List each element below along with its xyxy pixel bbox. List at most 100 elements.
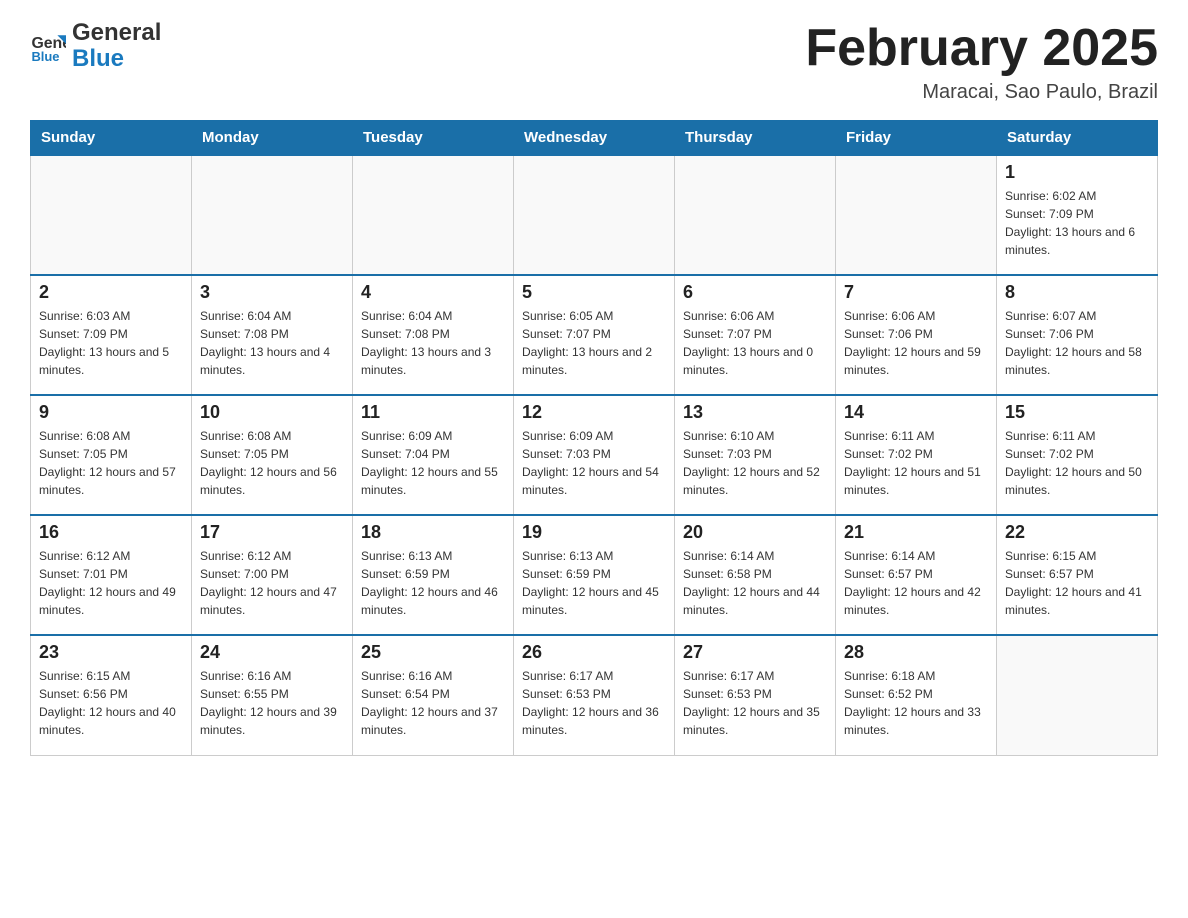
week-row-5: 23 Sunrise: 6:15 AMSunset: 6:56 PMDayligh… (31, 635, 1158, 755)
day-info: Sunrise: 6:16 AMSunset: 6:55 PMDaylight:… (200, 667, 344, 739)
day-cell: 11 Sunrise: 6:09 AMSunset: 7:04 PMDayligh… (353, 395, 514, 515)
day-number: 17 (200, 522, 344, 543)
day-cell: 19 Sunrise: 6:13 AMSunset: 6:59 PMDayligh… (514, 515, 675, 635)
day-number: 25 (361, 642, 505, 663)
day-number: 28 (844, 642, 988, 663)
day-cell (836, 155, 997, 275)
location: Maracai, Sao Paulo, Brazil (805, 81, 1158, 104)
day-number: 10 (200, 402, 344, 423)
day-info: Sunrise: 6:12 AMSunset: 7:00 PMDaylight:… (200, 547, 344, 619)
day-number: 7 (844, 282, 988, 303)
day-header-sunday: Sunday (31, 121, 192, 156)
day-cell: 14Sunrise: 6:11 AMSunset: 7:02 PMDayligh… (836, 395, 997, 515)
day-number: 18 (361, 522, 505, 543)
day-cell (675, 155, 836, 275)
day-cell: 8Sunrise: 6:07 AMSunset: 7:06 PMDaylight… (997, 275, 1158, 395)
day-cell (192, 155, 353, 275)
day-info: Sunrise: 6:08 AMSunset: 7:05 PMDaylight:… (39, 427, 183, 499)
day-header-wednesday: Wednesday (514, 121, 675, 156)
day-info: Sunrise: 6:08 AMSunset: 7:05 PMDaylight:… (200, 427, 344, 499)
day-info: Sunrise: 6:12 AMSunset: 7:01 PMDaylight:… (39, 547, 183, 619)
logo-general-text: General (72, 20, 161, 46)
day-cell (353, 155, 514, 275)
day-cell: 17 Sunrise: 6:12 AMSunset: 7:00 PMDayligh… (192, 515, 353, 635)
week-row-3: 9 Sunrise: 6:08 AMSunset: 7:05 PMDaylight… (31, 395, 1158, 515)
calendar-table: SundayMondayTuesdayWednesdayThursdayFrid… (30, 120, 1158, 756)
day-info: Sunrise: 6:07 AMSunset: 7:06 PMDaylight:… (1005, 307, 1149, 379)
day-number: 19 (522, 522, 666, 543)
logo-icon: General Blue (30, 28, 66, 64)
day-info: Sunrise: 6:06 AMSunset: 7:07 PMDaylight:… (683, 307, 827, 379)
day-cell (31, 155, 192, 275)
day-cell: 27Sunrise: 6:17 AMSunset: 6:53 PMDayligh… (675, 635, 836, 755)
day-number: 4 (361, 282, 505, 303)
day-cell: 1Sunrise: 6:02 AMSunset: 7:09 PMDaylight… (997, 155, 1158, 275)
day-header-saturday: Saturday (997, 121, 1158, 156)
day-info: Sunrise: 6:14 AMSunset: 6:57 PMDaylight:… (844, 547, 988, 619)
day-header-thursday: Thursday (675, 121, 836, 156)
day-info: Sunrise: 6:18 AMSunset: 6:52 PMDaylight:… (844, 667, 988, 739)
day-cell: 28 Sunrise: 6:18 AMSunset: 6:52 PMDayligh… (836, 635, 997, 755)
day-cell: 9 Sunrise: 6:08 AMSunset: 7:05 PMDaylight… (31, 395, 192, 515)
day-number: 15 (1005, 402, 1149, 423)
day-info: Sunrise: 6:05 AMSunset: 7:07 PMDaylight:… (522, 307, 666, 379)
day-cell: 16 Sunrise: 6:12 AMSunset: 7:01 PMDayligh… (31, 515, 192, 635)
day-number: 26 (522, 642, 666, 663)
day-cell: 23 Sunrise: 6:15 AMSunset: 6:56 PMDayligh… (31, 635, 192, 755)
day-cell: 25Sunrise: 6:16 AMSunset: 6:54 PMDayligh… (353, 635, 514, 755)
day-info: Sunrise: 6:03 AMSunset: 7:09 PMDaylight:… (39, 307, 183, 379)
week-row-2: 2Sunrise: 6:03 AMSunset: 7:09 PMDaylight… (31, 275, 1158, 395)
month-title: February 2025 (805, 20, 1158, 77)
day-cell (514, 155, 675, 275)
day-header-tuesday: Tuesday (353, 121, 514, 156)
day-info: Sunrise: 6:09 AMSunset: 7:04 PMDaylight:… (361, 427, 505, 499)
day-info: Sunrise: 6:10 AMSunset: 7:03 PMDaylight:… (683, 427, 827, 499)
days-header-row: SundayMondayTuesdayWednesdayThursdayFrid… (31, 121, 1158, 156)
day-number: 12 (522, 402, 666, 423)
day-cell: 24 Sunrise: 6:16 AMSunset: 6:55 PMDayligh… (192, 635, 353, 755)
day-number: 3 (200, 282, 344, 303)
day-info: Sunrise: 6:09 AMSunset: 7:03 PMDaylight:… (522, 427, 666, 499)
day-cell: 20Sunrise: 6:14 AMSunset: 6:58 PMDayligh… (675, 515, 836, 635)
day-info: Sunrise: 6:13 AMSunset: 6:59 PMDaylight:… (522, 547, 666, 619)
day-number: 11 (361, 402, 505, 423)
calendar-header: SundayMondayTuesdayWednesdayThursdayFrid… (31, 121, 1158, 156)
day-info: Sunrise: 6:17 AMSunset: 6:53 PMDaylight:… (522, 667, 666, 739)
day-number: 14 (844, 402, 988, 423)
day-cell: 2Sunrise: 6:03 AMSunset: 7:09 PMDaylight… (31, 275, 192, 395)
day-cell (997, 635, 1158, 755)
day-number: 22 (1005, 522, 1149, 543)
day-number: 9 (39, 402, 183, 423)
calendar-body: 1Sunrise: 6:02 AMSunset: 7:09 PMDaylight… (31, 155, 1158, 755)
svg-text:Blue: Blue (31, 50, 59, 65)
day-cell: 21Sunrise: 6:14 AMSunset: 6:57 PMDayligh… (836, 515, 997, 635)
day-cell: 12 Sunrise: 6:09 AMSunset: 7:03 PMDayligh… (514, 395, 675, 515)
day-cell: 6Sunrise: 6:06 AMSunset: 7:07 PMDaylight… (675, 275, 836, 395)
day-info: Sunrise: 6:15 AMSunset: 6:57 PMDaylight:… (1005, 547, 1149, 619)
page-header: General Blue General Blue February 2025 … (30, 20, 1158, 104)
day-number: 13 (683, 402, 827, 423)
day-header-friday: Friday (836, 121, 997, 156)
day-info: Sunrise: 6:02 AMSunset: 7:09 PMDaylight:… (1005, 187, 1149, 259)
day-cell: 3 Sunrise: 6:04 AMSunset: 7:08 PMDaylight… (192, 275, 353, 395)
day-number: 5 (522, 282, 666, 303)
day-cell: 5 Sunrise: 6:05 AMSunset: 7:07 PMDaylight… (514, 275, 675, 395)
day-info: Sunrise: 6:06 AMSunset: 7:06 PMDaylight:… (844, 307, 988, 379)
day-number: 24 (200, 642, 344, 663)
day-number: 23 (39, 642, 183, 663)
day-info: Sunrise: 6:04 AMSunset: 7:08 PMDaylight:… (361, 307, 505, 379)
day-cell: 13 Sunrise: 6:10 AMSunset: 7:03 PMDayligh… (675, 395, 836, 515)
day-number: 27 (683, 642, 827, 663)
day-number: 16 (39, 522, 183, 543)
week-row-4: 16 Sunrise: 6:12 AMSunset: 7:01 PMDayligh… (31, 515, 1158, 635)
day-cell: 4 Sunrise: 6:04 AMSunset: 7:08 PMDaylight… (353, 275, 514, 395)
day-cell: 18 Sunrise: 6:13 AMSunset: 6:59 PMDayligh… (353, 515, 514, 635)
day-info: Sunrise: 6:04 AMSunset: 7:08 PMDaylight:… (200, 307, 344, 379)
day-cell: 26 Sunrise: 6:17 AMSunset: 6:53 PMDayligh… (514, 635, 675, 755)
day-info: Sunrise: 6:13 AMSunset: 6:59 PMDaylight:… (361, 547, 505, 619)
week-row-1: 1Sunrise: 6:02 AMSunset: 7:09 PMDaylight… (31, 155, 1158, 275)
day-info: Sunrise: 6:14 AMSunset: 6:58 PMDaylight:… (683, 547, 827, 619)
day-cell: 7 Sunrise: 6:06 AMSunset: 7:06 PMDaylight… (836, 275, 997, 395)
title-block: February 2025 Maracai, Sao Paulo, Brazil (805, 20, 1158, 104)
day-info: Sunrise: 6:15 AMSunset: 6:56 PMDaylight:… (39, 667, 183, 739)
